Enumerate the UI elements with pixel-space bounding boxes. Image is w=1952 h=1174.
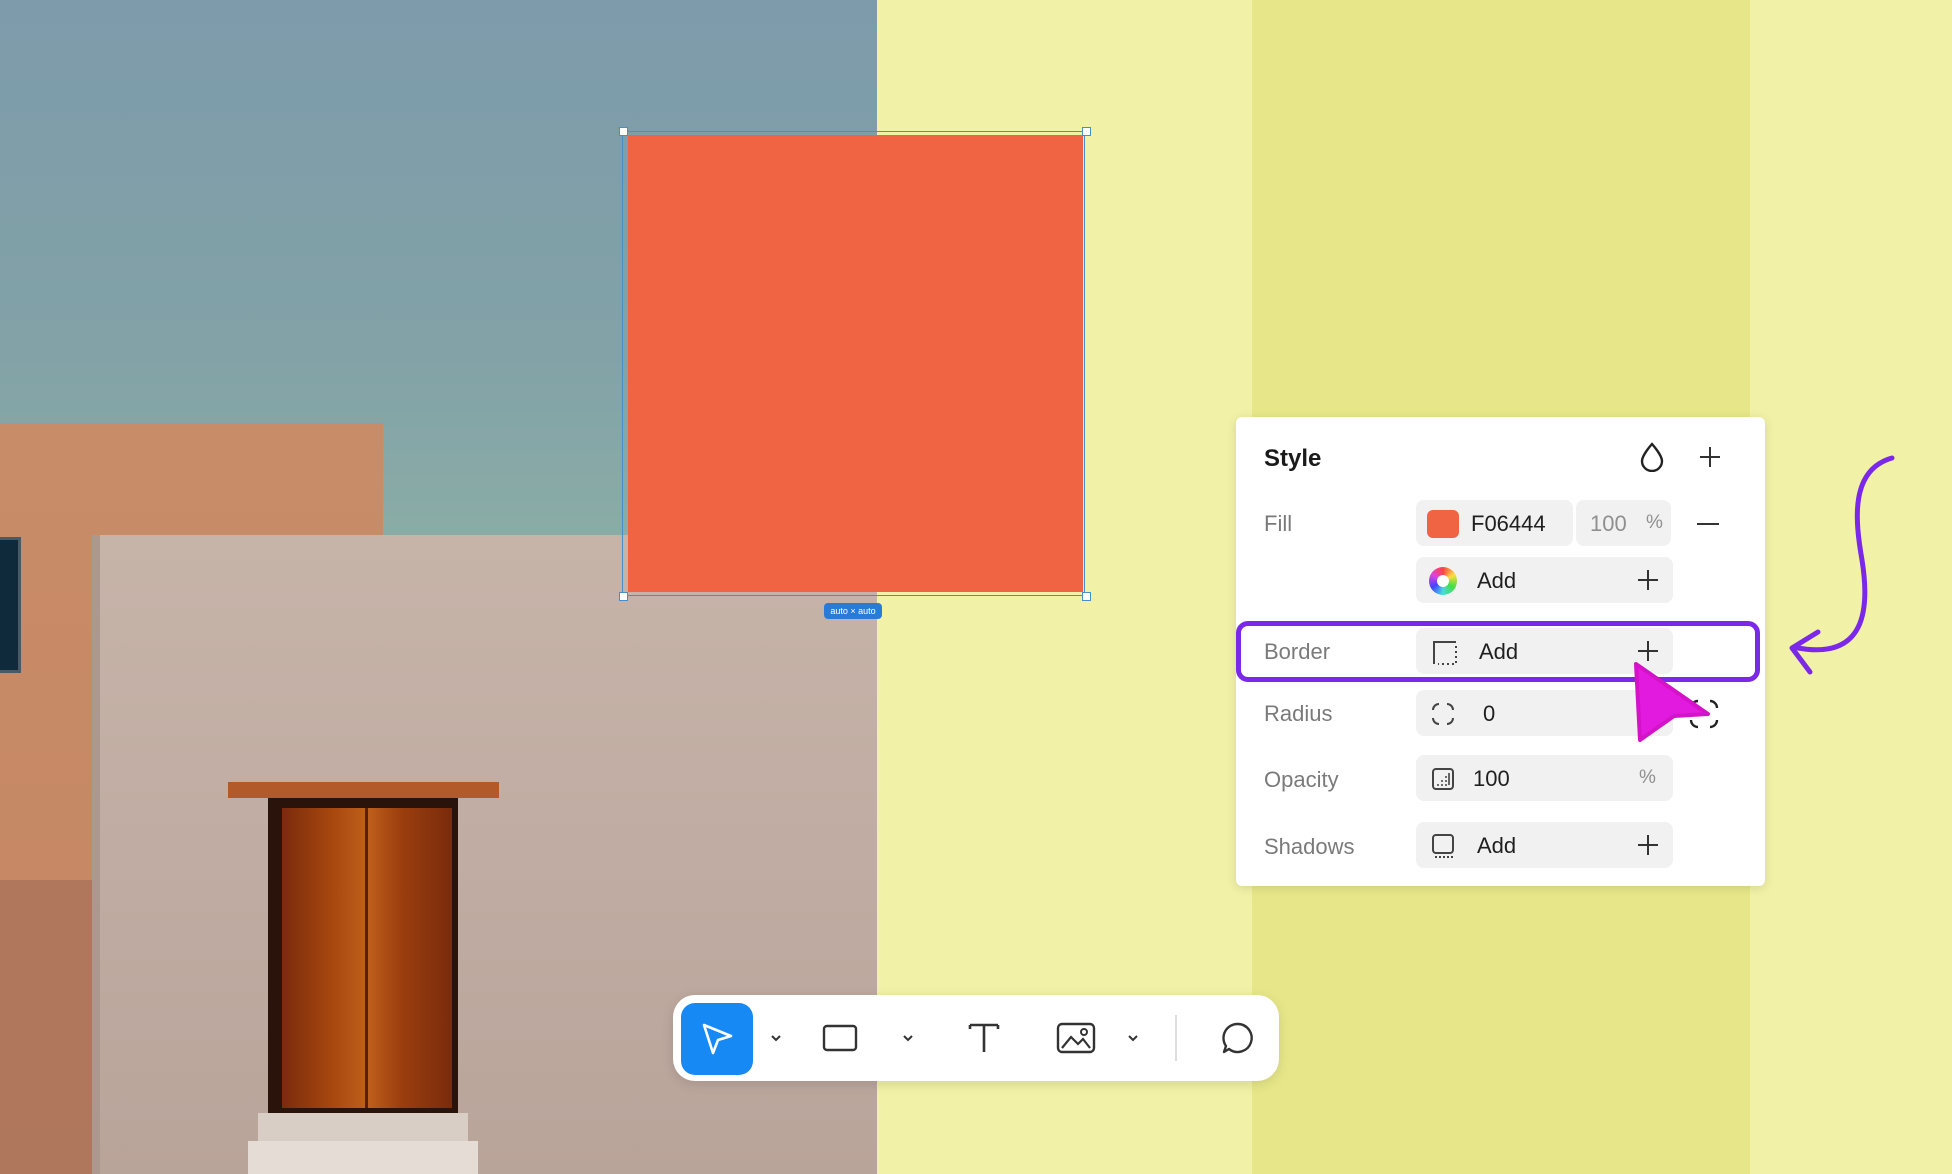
back-house-window [0,537,21,673]
bottom-toolbar [673,995,1279,1081]
opacity-icon [1432,768,1454,790]
add-style-button[interactable] [1695,442,1725,472]
size-badge: auto × auto [824,603,882,619]
cursor-pointer-icon [1634,662,1710,742]
door-step-upper [258,1113,468,1141]
fill-opacity-value[interactable]: 100 [1590,511,1627,537]
color-wheel-icon [1429,567,1457,595]
fill-color-swatch[interactable] [1427,510,1459,538]
text-icon [968,1023,1000,1052]
radius-icon [1432,703,1454,725]
panel-title: Style [1264,445,1322,472]
comment-bubble-icon [1222,1022,1253,1054]
radius-label: Radius [1264,701,1333,726]
fill-opacity-field[interactable]: 100 % [1576,500,1671,546]
shadows-label: Shadows [1264,834,1355,859]
styles-drop-icon[interactable] [1637,442,1667,472]
rectangle-icon [822,1024,858,1052]
fill-opacity-unit: % [1646,512,1663,533]
resize-handle-bottom-right[interactable] [1082,592,1091,601]
front-house-edge [92,535,100,1174]
image-tool-button[interactable] [1054,1017,1098,1059]
rectangle-tool-button[interactable] [819,1017,861,1059]
fill-color-field[interactable]: F06444 [1416,500,1573,546]
remove-fill-button[interactable] [1697,523,1719,525]
door-seam [365,808,368,1108]
add-shadow-plus-icon[interactable] [1637,834,1659,856]
opacity-unit: % [1639,767,1656,788]
fill-hex-value[interactable]: F06444 [1471,511,1546,537]
door-lintel [228,782,499,798]
add-shadow-label: Add [1477,833,1517,858]
select-tool-chevron-down-icon[interactable] [770,1034,782,1042]
resize-handle-top-right[interactable] [1082,127,1091,136]
opacity-field[interactable]: 100 % [1416,755,1673,801]
toolbar-divider [1175,1015,1177,1061]
radius-value[interactable]: 0 [1483,701,1495,727]
add-fill-field[interactable]: Add [1416,557,1673,603]
annotation-arrow-icon [1789,455,1895,675]
resize-handle-bottom-left[interactable] [619,592,628,601]
add-shadow-field[interactable]: Add [1416,822,1673,868]
fill-label: Fill [1264,511,1293,536]
image-icon [1056,1022,1096,1054]
door-step-lower [248,1141,478,1174]
resize-handle-top-left[interactable] [619,127,628,136]
pointer-arrow-icon [702,1023,733,1055]
image-tool-chevron-down-icon[interactable] [1127,1034,1139,1042]
rectangle-tool-chevron-down-icon[interactable] [902,1034,914,1042]
add-fill-plus-icon[interactable] [1637,569,1659,591]
comment-tool-button[interactable] [1217,1017,1259,1059]
add-fill-label: Add [1477,568,1517,593]
opacity-value[interactable]: 100 [1473,766,1510,792]
shadow-icon [1432,834,1454,858]
opacity-label: Opacity [1264,767,1339,792]
text-tool-button[interactable] [963,1017,1005,1059]
selection-box [622,131,1085,596]
select-tool-button[interactable] [681,1003,753,1075]
